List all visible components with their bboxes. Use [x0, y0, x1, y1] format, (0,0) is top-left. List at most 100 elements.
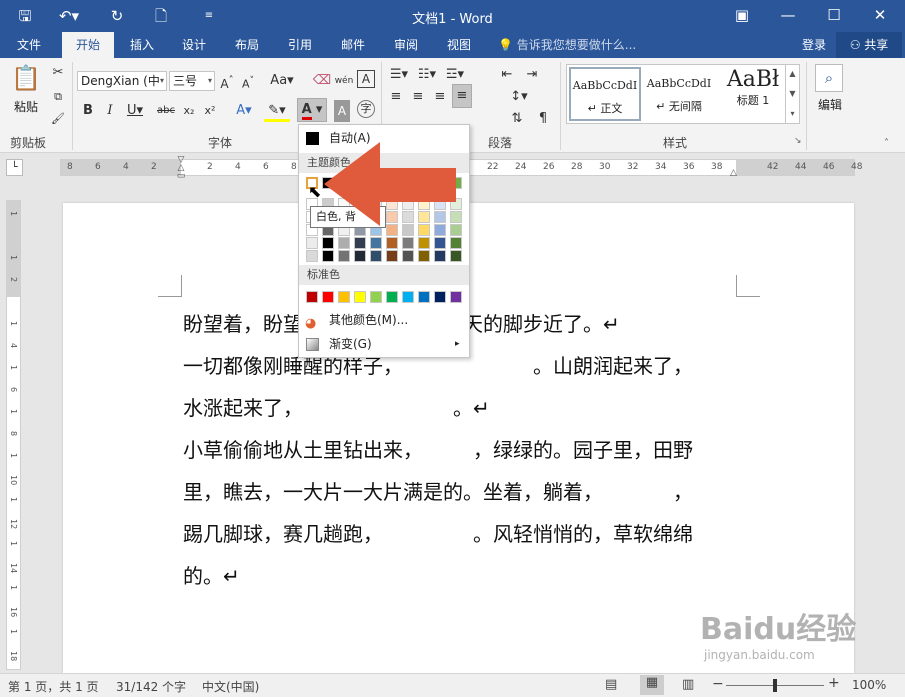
theme-color-swatch[interactable]: [370, 250, 382, 262]
theme-color-swatch[interactable]: [370, 237, 382, 249]
sort-icon[interactable]: ⇅: [506, 108, 528, 130]
theme-color-swatch[interactable]: [338, 237, 350, 249]
strikethrough-icon[interactable]: abc: [156, 100, 176, 122]
increase-indent-icon[interactable]: ⇥: [521, 64, 543, 86]
standard-color-swatch[interactable]: [434, 291, 446, 303]
text-line[interactable]: 小草偷偷地从土里钻出来， ，绿绿的。园子里，田野: [183, 434, 693, 463]
language[interactable]: 中文(中国): [202, 678, 259, 695]
indent-markers[interactable]: ▽ △ ▭: [175, 156, 187, 182]
font-size-combo[interactable]: 三号 ▾: [169, 71, 215, 91]
close-button[interactable]: ✕: [857, 0, 903, 32]
zoom-out-icon[interactable]: −: [712, 676, 724, 692]
tab-selector-icon[interactable]: └: [6, 159, 23, 176]
line-spacing-icon[interactable]: ↕▾: [506, 86, 532, 108]
style-normal[interactable]: AaBbCcDdI ↵ 正文: [569, 67, 641, 121]
right-indent-marker[interactable]: △: [730, 168, 737, 178]
theme-color-swatch[interactable]: [386, 250, 398, 262]
text-line[interactable]: 踢几脚球，赛几趟跑， 。风轻悄悄的，草软绵绵: [183, 518, 693, 547]
superscript-icon[interactable]: x²: [201, 100, 219, 122]
underline-icon[interactable]: U▾: [124, 100, 146, 122]
font-color-button[interactable]: A ▾: [297, 98, 327, 122]
bullets-icon[interactable]: ☰▾: [386, 64, 412, 86]
standard-color-swatch[interactable]: [354, 291, 366, 303]
numbering-icon[interactable]: ☷▾: [414, 64, 440, 86]
theme-color-swatch[interactable]: [322, 237, 334, 249]
standard-color-swatch[interactable]: [338, 291, 350, 303]
theme-color-swatch[interactable]: [450, 237, 462, 249]
italic-icon[interactable]: I: [102, 100, 118, 122]
character-shading-icon[interactable]: A: [334, 100, 350, 122]
search-icon[interactable]: ⌕: [815, 64, 843, 92]
multilevel-list-icon[interactable]: ☲▾: [442, 64, 468, 86]
decrease-indent-icon[interactable]: ⇤: [496, 64, 518, 86]
paste-button-label[interactable]: 粘贴: [8, 98, 44, 115]
minimize-button[interactable]: —: [765, 0, 811, 32]
theme-color-swatch[interactable]: [434, 237, 446, 249]
standard-color-swatch[interactable]: [322, 291, 334, 303]
text-line[interactable]: 里，瞧去，一大片一大片满是的。坐着，躺着， ，: [183, 476, 693, 505]
align-left-icon[interactable]: ≡: [386, 86, 406, 108]
theme-color-swatch[interactable]: [386, 237, 398, 249]
text-effects-icon[interactable]: A▾: [232, 100, 256, 122]
zoom-level[interactable]: 100%: [852, 678, 886, 692]
change-case-icon[interactable]: Aa▾: [268, 70, 296, 92]
bold-icon[interactable]: B: [80, 100, 96, 122]
clear-formatting-icon[interactable]: ⌫: [312, 70, 332, 92]
tab-review[interactable]: 审阅: [380, 32, 432, 58]
theme-color-swatch[interactable]: [354, 237, 366, 249]
grow-font-icon[interactable]: A˄: [218, 70, 236, 92]
phonetic-guide-icon[interactable]: wén: [334, 70, 354, 92]
text-line[interactable]: 的。↵: [183, 560, 240, 589]
format-painter-icon[interactable]: 🖌: [48, 108, 68, 130]
sign-in-link[interactable]: 登录: [792, 32, 836, 58]
theme-color-swatch[interactable]: [450, 250, 462, 262]
page-count[interactable]: 第 1 页，共 1 页: [8, 678, 99, 695]
align-right-icon[interactable]: ≡: [430, 86, 450, 108]
justify-icon[interactable]: ≡: [452, 84, 472, 108]
text-line[interactable]: 水涨起来了， 。↵: [183, 392, 490, 421]
shrink-font-icon[interactable]: A˅: [239, 70, 257, 92]
cut-icon[interactable]: ✂: [48, 62, 68, 84]
standard-color-swatch[interactable]: [386, 291, 398, 303]
align-center-icon[interactable]: ≡: [408, 86, 428, 108]
font-name-combo[interactable]: DengXian (中 ▾: [77, 71, 167, 91]
gradient-item[interactable]: 渐变(G) ▸: [299, 333, 469, 355]
web-layout-icon[interactable]: ▥: [682, 677, 694, 692]
theme-color-swatch[interactable]: [338, 250, 350, 262]
standard-color-swatch[interactable]: [370, 291, 382, 303]
collapse-ribbon-icon[interactable]: ˄: [884, 138, 889, 149]
subscript-icon[interactable]: x₂: [180, 100, 198, 122]
tab-view[interactable]: 视图: [433, 32, 485, 58]
standard-color-swatch[interactable]: [450, 291, 462, 303]
share-button[interactable]: ⚇ 共享: [836, 32, 902, 58]
style-heading-1[interactable]: AaBł 标题 1: [717, 67, 789, 121]
style-no-spacing[interactable]: AaBbCcDdI ↵ 无间隔: [643, 67, 715, 121]
theme-color-swatch[interactable]: [354, 250, 366, 262]
tab-mailings[interactable]: 邮件: [327, 32, 379, 58]
dialog-launcher-icon[interactable]: ↘: [794, 136, 802, 146]
theme-color-swatch[interactable]: [322, 250, 334, 262]
standard-color-swatch[interactable]: [402, 291, 414, 303]
vertical-ruler[interactable]: 1 1 2 1 4 1 6 1 8 1 10 1 12 1 14 1 16 1 18: [6, 200, 21, 670]
print-layout-icon[interactable]: ▦: [640, 675, 664, 695]
paste-icon[interactable]: 📋: [10, 64, 42, 98]
tab-insert[interactable]: 插入: [116, 32, 168, 58]
zoom-in-icon[interactable]: +: [828, 675, 840, 691]
theme-color-swatch[interactable]: [418, 250, 430, 262]
theme-color-swatch[interactable]: [418, 237, 430, 249]
theme-color-swatch[interactable]: [402, 250, 414, 262]
tab-home[interactable]: 开始: [62, 32, 114, 58]
editing-button[interactable]: 编辑: [810, 96, 850, 113]
styles-scroll[interactable]: ▲ ▼ ▾: [785, 64, 799, 124]
theme-color-swatch[interactable]: [306, 237, 318, 249]
maximize-button[interactable]: ☐: [811, 0, 857, 32]
theme-color-swatch[interactable]: [402, 237, 414, 249]
tab-file[interactable]: 文件: [2, 32, 56, 58]
show-marks-icon[interactable]: ¶: [532, 108, 554, 130]
word-count[interactable]: 31/142 个字: [116, 678, 186, 695]
tell-me-box[interactable]: 💡 告诉我您想要做什么...: [498, 32, 658, 58]
ribbon-display-icon[interactable]: ▣: [719, 0, 765, 32]
zoom-slider-thumb[interactable]: [773, 679, 777, 692]
more-colors-item[interactable]: ◕ 其他颜色(M)...: [299, 309, 469, 331]
standard-color-swatch[interactable]: [306, 291, 318, 303]
